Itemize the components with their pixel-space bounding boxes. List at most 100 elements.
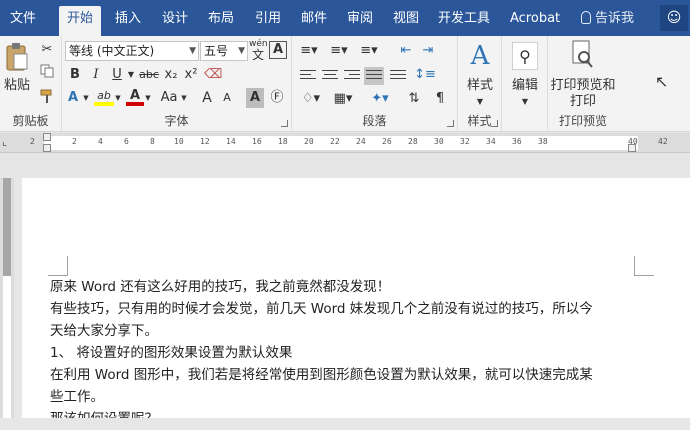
tab-home[interactable]: 开始 [59, 6, 102, 36]
enclose-characters-icon[interactable]: Ⓕ [268, 88, 286, 108]
decrease-indent-icon[interactable]: ⇤ [396, 41, 416, 61]
line-spacing-icon[interactable]: ↕≡ [412, 65, 438, 85]
borders-icon[interactable]: ▦▾ [330, 89, 356, 109]
font-name-combo[interactable]: 等线 (中文正文) ▼ [65, 41, 199, 61]
distributed-icon[interactable] [390, 70, 406, 82]
left-indent-marker[interactable] [43, 144, 51, 152]
highlight-button[interactable]: ab [94, 86, 114, 106]
font-size-combo[interactable]: 五号 ▼ [200, 41, 248, 61]
superscript-button[interactable]: x² [182, 65, 200, 85]
tab-review[interactable]: 审阅 [347, 8, 373, 36]
chevron-down-icon[interactable]: ▼ [144, 88, 152, 108]
chevron-down-icon: ▼ [238, 46, 245, 56]
doc-paragraph: 1、 将设置好的图形效果设置为默认效果 [50, 345, 293, 361]
chevron-down-icon[interactable]: ▼ [180, 88, 188, 108]
chevron-down-icon[interactable]: ▼ [82, 88, 90, 108]
bullets-icon[interactable]: ≡▾ [296, 41, 322, 61]
margin-corner-top-right [634, 256, 654, 276]
highlight-swatch [94, 102, 114, 106]
doc-paragraph: 有些技巧，只有用的时候才会发觉，前几天 Word 妹发现几个之前没有说过的技巧，… [50, 301, 593, 317]
tab-acrobat[interactable]: Acrobat [510, 8, 560, 36]
print-preview-group-label: 打印预览 [558, 114, 607, 128]
character-shading-button[interactable]: A [246, 88, 264, 108]
ruler-tick: 24 [356, 137, 366, 146]
format-painter-icon[interactable] [38, 88, 56, 108]
clear-formatting-icon[interactable]: ⌫ [204, 65, 222, 85]
account-button[interactable]: ☺ [660, 5, 688, 31]
tab-layout[interactable]: 布局 [208, 8, 234, 36]
underline-button[interactable]: U [108, 65, 126, 85]
font-dialog-launcher[interactable] [281, 120, 288, 127]
asian-layout-icon[interactable]: ✦▾ [366, 89, 394, 109]
cut-icon[interactable]: ✂ [38, 40, 56, 60]
align-center-icon[interactable] [322, 70, 338, 82]
clipboard-group-label: 剪贴板 [12, 114, 49, 128]
subscript-button[interactable]: x₂ [162, 65, 180, 85]
change-case-button[interactable]: Aa [158, 88, 180, 108]
first-line-indent-marker[interactable] [43, 133, 51, 141]
ribbon-home: 粘贴 ✂ 剪贴板 等线 (中文正文) ▼ 五号 ▼ wén 文 A B I U ▼ a… [0, 36, 690, 132]
tab-file[interactable]: 文件 [10, 8, 36, 36]
styles-icon[interactable]: A [466, 40, 494, 72]
phonetic-guide-button[interactable]: wén 文 [249, 39, 268, 63]
sort-icon[interactable]: ⇅ [404, 89, 424, 109]
horizontal-ruler[interactable]: ⌞ 2 2 4 6 8 10 12 14 16 18 20 22 24 26 2… [0, 133, 690, 153]
styles-group: A 样式 ▼ 样式 [458, 36, 502, 132]
shrink-font-button[interactable]: A [218, 88, 236, 108]
justify-icon[interactable] [364, 67, 384, 85]
shading-icon[interactable]: ♢▾ [298, 89, 324, 109]
text-effects-button[interactable]: A [64, 88, 82, 108]
chevron-down-icon[interactable]: ▼ [458, 92, 502, 112]
tab-design[interactable]: 设计 [162, 8, 188, 36]
paragraph-group: ≡▾ ≡▾ ≡▾ ⇤ ⇥ ↕≡ ♢▾ ▦▾ ✦▾ ⇅ ¶ 段落 [292, 36, 458, 132]
chevron-down-icon[interactable]: ▼ [126, 65, 136, 85]
font-color-letter: A [129, 88, 141, 103]
clipboard-icon [6, 43, 28, 71]
align-right-icon[interactable] [344, 70, 360, 82]
tell-me-search[interactable]: 告诉我 [581, 8, 634, 30]
ruler-tick: 2 [72, 137, 77, 146]
doc-paragraph: 天给大家分享下。 [50, 323, 158, 339]
ruler-tick: 30 [434, 137, 444, 146]
ruler-text-area [44, 136, 638, 150]
character-border-button[interactable]: A [269, 41, 287, 59]
numbering-icon[interactable]: ≡▾ [326, 41, 352, 61]
italic-button[interactable]: I [87, 65, 105, 85]
print-preview-label-line2[interactable]: 打印 [548, 92, 618, 112]
font-group-label: 字体 [164, 114, 189, 128]
ruler-tick: 8 [150, 137, 155, 146]
doc-paragraph: 在利用 Word 图形中，我们若是将经常使用到图形颜色设置为默认效果，就可以快速… [50, 367, 593, 383]
align-left-icon[interactable] [300, 70, 316, 82]
ruler-tick: 12 [200, 137, 210, 146]
horizontal-scrollbar[interactable] [0, 418, 690, 430]
document-body[interactable]: 原来 Word 还有这么好用的技巧，我之前竟然都没发现！ 有些技巧，只有用的时候… [50, 276, 650, 430]
font-size-value: 五号 [204, 44, 229, 58]
copy-icon[interactable] [38, 64, 56, 84]
paste-button[interactable] [4, 42, 30, 74]
increase-indent-icon[interactable]: ⇥ [418, 41, 438, 61]
show-marks-icon[interactable]: ¶ [430, 89, 450, 109]
tab-insert[interactable]: 插入 [115, 8, 141, 36]
document-page[interactable]: 原来 Word 还有这么好用的技巧，我之前竟然都没发现！ 有些技巧，只有用的时候… [22, 178, 690, 427]
vertical-ruler[interactable] [0, 178, 14, 430]
styles-dialog-launcher[interactable] [491, 120, 498, 127]
ruler-tick: 32 [460, 137, 470, 146]
chevron-down-icon[interactable]: ▼ [114, 88, 122, 108]
grow-font-button[interactable]: A [198, 88, 216, 108]
tab-stop-selector[interactable]: ⌞ [2, 135, 7, 148]
find-icon[interactable]: ⚲ [512, 42, 538, 70]
tab-mailings[interactable]: 邮件 [301, 8, 327, 36]
strikethrough-button[interactable]: abc [138, 65, 160, 85]
paragraph-dialog-launcher[interactable] [447, 120, 454, 127]
tab-references[interactable]: 引用 [255, 8, 281, 36]
print-preview-icon[interactable] [570, 40, 596, 74]
tab-view[interactable]: 视图 [393, 8, 419, 36]
vertical-ruler-margin [3, 178, 11, 276]
font-color-button[interactable]: A [126, 86, 144, 106]
multilevel-list-icon[interactable]: ≡▾ [356, 41, 382, 61]
tab-developer[interactable]: 开发工具 [438, 8, 490, 36]
bold-button[interactable]: B [66, 65, 84, 85]
chevron-down-icon[interactable]: ▼ [502, 92, 548, 112]
ruler-tick: 42 [658, 137, 668, 146]
font-name-value: 等线 (中文正文) [69, 44, 155, 58]
